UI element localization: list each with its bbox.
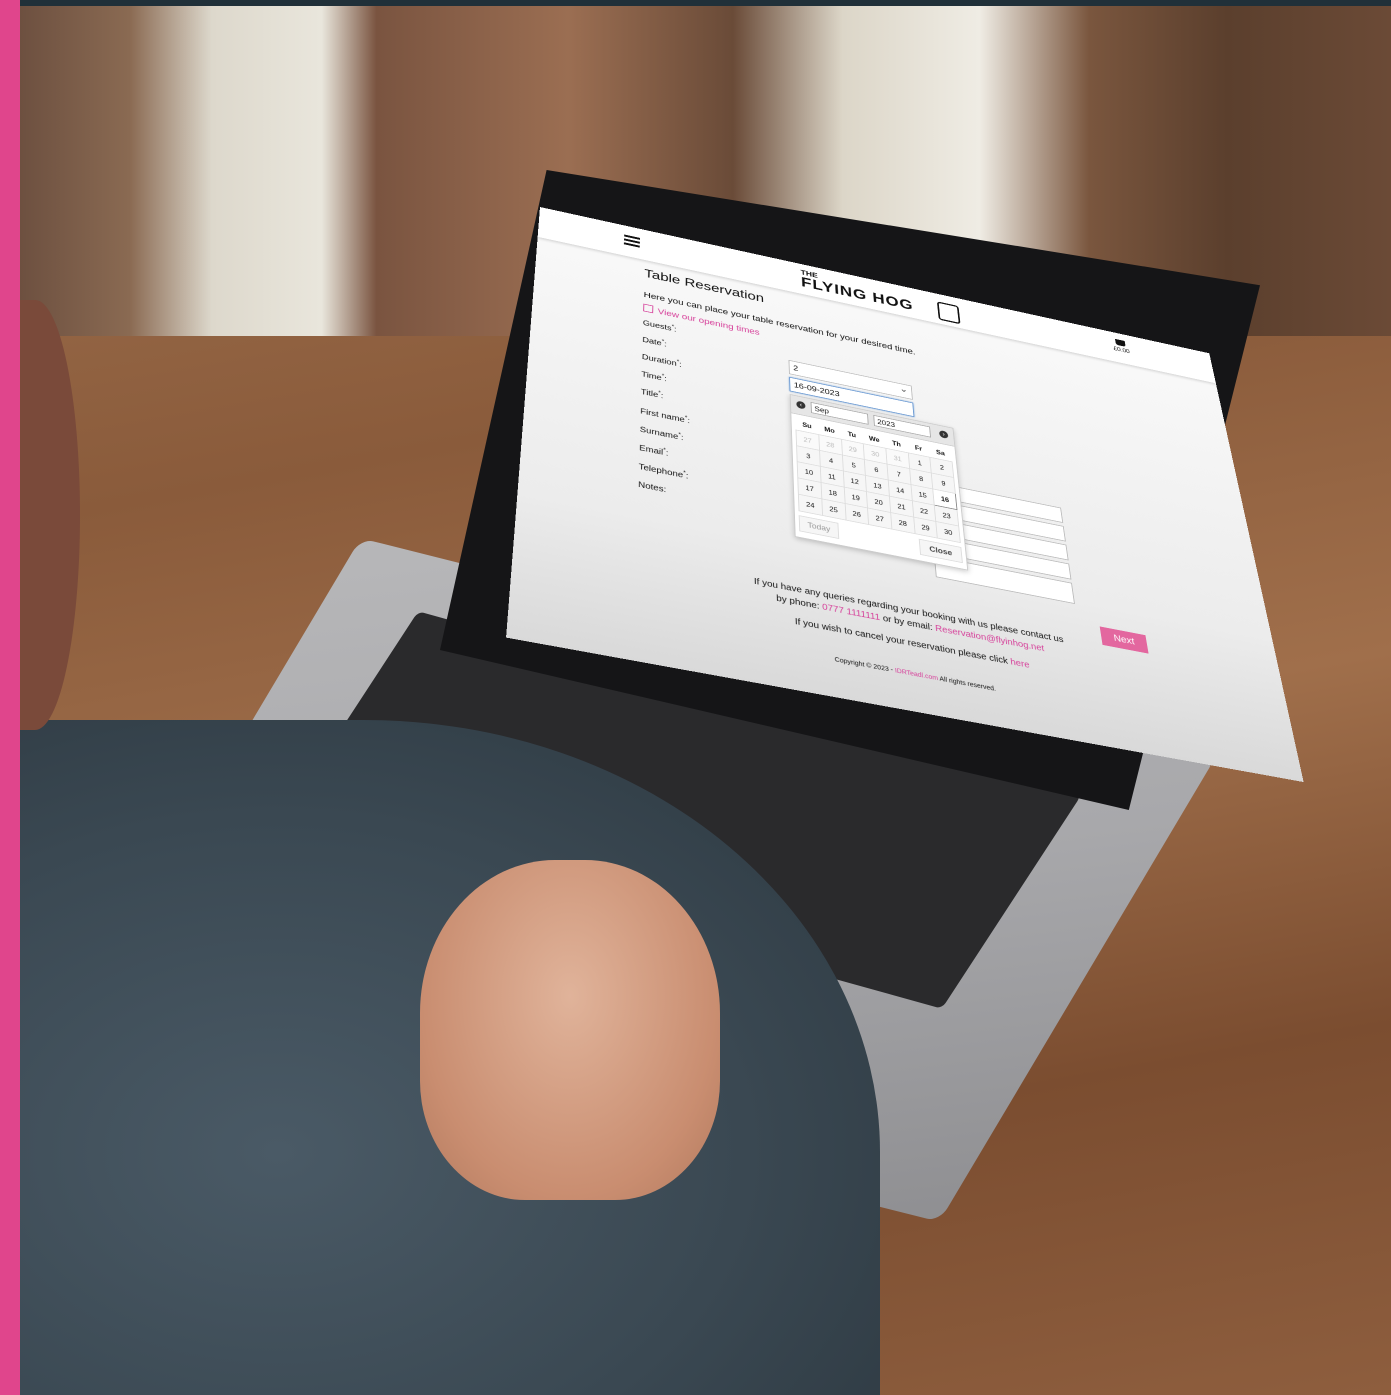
day-cell[interactable]: 30 bbox=[936, 522, 960, 543]
copyright-suffix: All rights reserved. bbox=[939, 676, 996, 693]
top-border bbox=[0, 0, 1391, 6]
day-cell[interactable]: 26 bbox=[845, 503, 869, 524]
datepicker-popup: ‹ Sep 2023 › Su Mo Tu We Th Fr Sa 27 28 29 30 31 1 2… bbox=[790, 394, 968, 570]
day-cell[interactable]: 24 bbox=[798, 494, 822, 515]
menu-icon[interactable] bbox=[624, 234, 640, 247]
calendar-icon bbox=[643, 304, 653, 314]
day-cell[interactable]: 28 bbox=[891, 513, 915, 534]
label-title: Title*: bbox=[641, 387, 664, 401]
label-notes: Notes: bbox=[638, 480, 666, 494]
hog-logo-icon bbox=[937, 301, 961, 324]
copyright-prefix: Copyright © 2023 - bbox=[835, 657, 894, 674]
label-telephone: Telephone*: bbox=[639, 461, 689, 481]
label-guests: Guests*: bbox=[643, 318, 677, 334]
prev-month-icon[interactable]: ‹ bbox=[796, 400, 805, 409]
pink-frame-bar bbox=[0, 0, 20, 1395]
basket[interactable]: £0.00 bbox=[1104, 336, 1139, 356]
day-cell[interactable]: 27 bbox=[868, 508, 892, 529]
day-cell[interactable]: 29 bbox=[913, 517, 937, 538]
copyright-link[interactable]: IDRTeadl.com bbox=[895, 668, 939, 682]
day-cell[interactable]: 25 bbox=[822, 499, 846, 520]
label-email: Email*: bbox=[639, 443, 668, 458]
label-first-name: First name*: bbox=[640, 406, 690, 425]
hand bbox=[420, 860, 720, 1200]
label-surname: Surname*: bbox=[640, 424, 684, 442]
photo-scene: THE FLYING HOG £0.00 Table Reservation H… bbox=[0, 0, 1391, 1395]
next-month-icon[interactable]: › bbox=[939, 430, 949, 439]
label-time: Time*: bbox=[641, 369, 667, 383]
label-date: Date*: bbox=[642, 335, 667, 349]
cancel-link[interactable]: here bbox=[1010, 657, 1030, 670]
label-duration: Duration*: bbox=[642, 352, 682, 369]
today-button[interactable]: Today bbox=[799, 515, 840, 539]
